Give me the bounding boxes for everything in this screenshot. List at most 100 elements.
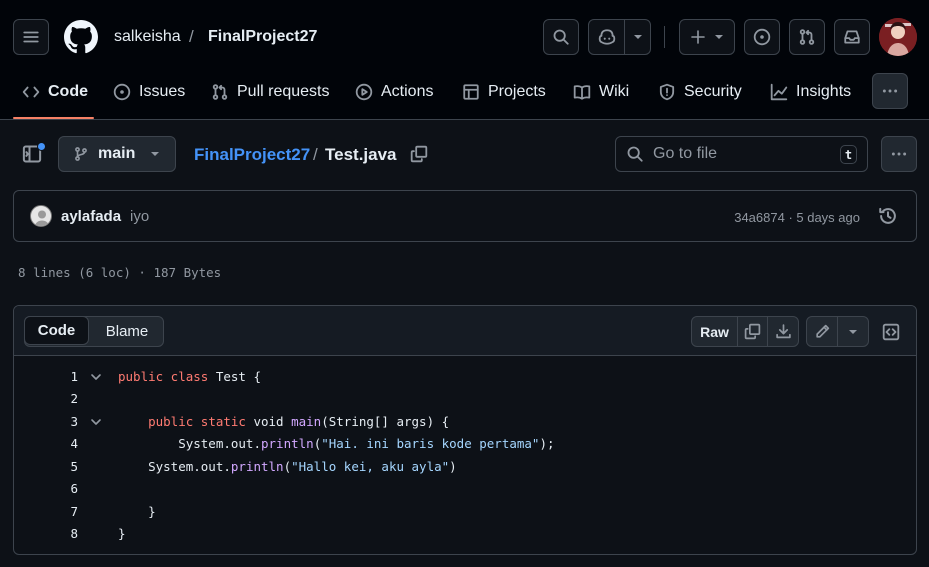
default-avatar-icon [34, 210, 50, 226]
global-header: salkeisha / FinalProject27 Code Issues P… [0, 0, 929, 120]
code-token: println [230, 458, 284, 474]
branch-name: main [98, 145, 136, 162]
line-number[interactable]: 1 [14, 369, 78, 384]
commit-sha-and-time[interactable]: 34a6874 · 5 days ago [734, 210, 860, 225]
line-number[interactable]: 7 [14, 504, 78, 519]
keyboard-shortcut-hint: t [840, 145, 857, 164]
download-button[interactable] [768, 317, 798, 346]
latest-commit-box: aylafada iyo 34a6874 · 5 days ago [13, 190, 917, 242]
branch-selector-button[interactable]: main [58, 136, 176, 172]
code-line: 1 public class Test { [14, 365, 916, 387]
copilot-icon [598, 29, 615, 45]
code-token: void [245, 413, 292, 429]
line-content: public class Test { [118, 369, 261, 384]
copy-raw-button[interactable] [738, 317, 768, 346]
tab-label: Pull requests [237, 83, 330, 100]
code-viewer-toolbar: Code Blame Raw [14, 306, 916, 356]
edit-file-button[interactable] [807, 317, 838, 346]
line-number[interactable]: 6 [14, 481, 78, 496]
code-token: ) [449, 458, 457, 474]
tab-label: Issues [139, 83, 186, 100]
pencil-icon [815, 324, 829, 338]
search-button[interactable] [543, 19, 579, 55]
fold-chevron-icon[interactable] [90, 371, 102, 383]
inbox-icon [844, 30, 860, 44]
line-content: } [118, 504, 156, 519]
commit-author-avatar[interactable] [30, 205, 52, 227]
three-bars-icon [23, 31, 39, 43]
selected-tab-indicator [13, 117, 94, 119]
code-token: System.out. [118, 436, 261, 451]
github-logo-icon[interactable] [64, 20, 98, 54]
code-icon [22, 86, 40, 98]
tab-pull-requests[interactable]: Pull requests [211, 78, 330, 106]
file-more-options-button[interactable] [881, 136, 917, 172]
tab-issues[interactable]: Issues [113, 78, 185, 106]
raw-button[interactable]: Raw [692, 317, 738, 346]
commit-author-link[interactable]: aylafada [61, 208, 121, 225]
create-new-button[interactable] [679, 19, 735, 55]
breadcrumb-separator: / [189, 27, 194, 46]
file-info: 8 lines (6 loc) · 187 Bytes [18, 265, 222, 280]
line-number[interactable]: 3 [14, 414, 78, 429]
tab-actions[interactable]: Actions [355, 78, 433, 106]
code-token: ); [539, 436, 555, 451]
code-token: } [118, 503, 156, 519]
tab-label: Code [48, 83, 88, 100]
chevron-down-icon [151, 152, 160, 156]
line-number[interactable]: 5 [14, 459, 78, 474]
code-token: (String[] args) { [321, 413, 450, 429]
code-line: 7 } [14, 500, 916, 522]
code-view-button[interactable]: Code [24, 316, 89, 345]
code-line: 2 [14, 388, 916, 410]
tab-label: Security [684, 83, 742, 100]
code-line: 6 [14, 478, 916, 500]
tab-label: Projects [488, 83, 546, 100]
user-avatar[interactable] [879, 18, 917, 56]
graph-icon [770, 83, 788, 101]
chevron-down-icon [849, 329, 857, 334]
go-to-file-input[interactable]: Go to file t [615, 136, 868, 172]
tab-wiki[interactable]: Wiki [573, 78, 629, 106]
tab-projects[interactable]: Projects [462, 78, 546, 106]
edit-options-dropdown[interactable] [838, 317, 868, 346]
symbols-panel-button[interactable] [878, 319, 904, 345]
code-token: println [261, 436, 314, 451]
fold-chevron-icon[interactable] [90, 416, 102, 428]
commit-message-link[interactable]: iyo [130, 208, 149, 225]
tab-security[interactable]: Security [658, 78, 742, 106]
git-branch-icon [75, 147, 87, 161]
tab-code[interactable]: Code [22, 78, 88, 106]
issues-button[interactable] [744, 19, 780, 55]
line-content: System.out.println("Hallo kei, aku ayla"… [118, 459, 457, 474]
code-token: main [291, 413, 322, 429]
inbox-button[interactable] [834, 19, 870, 55]
kebab-horizontal-icon [891, 152, 907, 156]
path-repo-link[interactable]: FinalProject27 [194, 145, 310, 165]
line-number[interactable]: 2 [14, 391, 78, 406]
copy-path-button[interactable] [408, 143, 430, 165]
breadcrumb-owner-link[interactable]: salkeisha [114, 28, 181, 46]
raw-actions-group: Raw [691, 316, 799, 347]
tab-insights[interactable]: Insights [770, 78, 851, 106]
header-divider [664, 26, 665, 48]
code-token: Test { [208, 368, 261, 384]
history-button[interactable] [878, 206, 898, 226]
search-icon [553, 29, 569, 45]
copilot-button[interactable] [588, 19, 651, 55]
shield-icon [659, 83, 675, 101]
hamburger-menu-button[interactable] [13, 19, 49, 55]
code-square-icon [882, 323, 900, 341]
code-token: public static [148, 413, 246, 429]
chevron-down-icon [715, 35, 723, 39]
blame-view-button[interactable]: Blame [90, 317, 164, 346]
expand-file-tree-button[interactable] [14, 136, 50, 172]
line-number[interactable]: 4 [14, 436, 78, 451]
search-icon [627, 146, 643, 162]
tab-label: Actions [381, 83, 434, 100]
code-token: "Hallo kei, aku ayla" [291, 458, 450, 474]
pull-requests-button[interactable] [789, 19, 825, 55]
line-number[interactable]: 8 [14, 526, 78, 541]
breadcrumb-repo-link[interactable]: FinalProject27 [208, 28, 317, 46]
more-tabs-button[interactable] [872, 73, 908, 109]
